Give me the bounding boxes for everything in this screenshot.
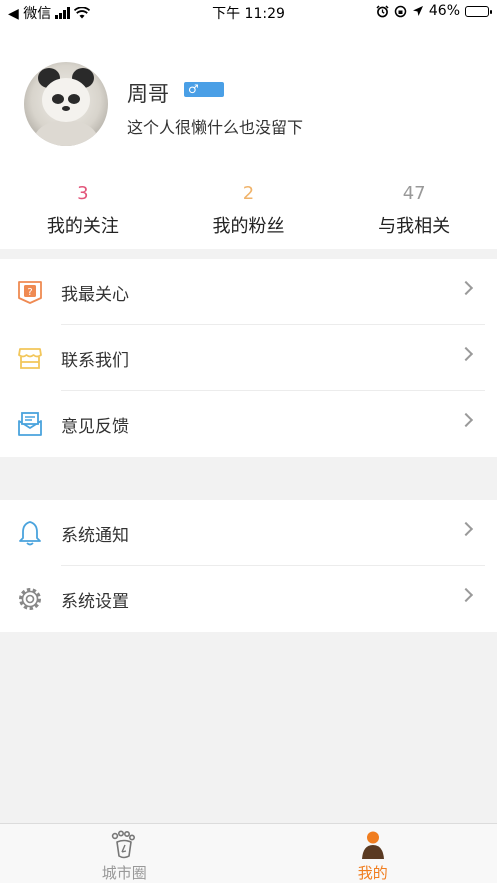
menu-label: 意见反馈 [61,416,129,437]
question-shield-icon: ? [18,281,42,304]
menu-item-system-notifications[interactable]: 系统通知 [0,500,497,566]
location-arrow-icon [412,6,423,16]
footprint-icon [112,830,136,859]
svg-text:?: ? [27,287,32,298]
menu-group-system: 系统通知 系统设置 [0,500,497,632]
status-bar: ◀ 微信 下午 11:29 46% [0,0,497,24]
menu-label: 联系我们 [61,350,129,371]
chevron-right-icon [458,521,474,537]
stat-following-label: 我的关注 [46,216,119,237]
stat-related-label: 与我相关 [378,216,451,237]
gear-icon [19,588,41,610]
chevron-right-icon [458,346,474,362]
menu-item-system-settings[interactable]: 系统设置 [0,566,497,632]
stat-related-count: 47 [402,183,426,204]
menu-item-contact-us[interactable]: 联系我们 [0,325,497,391]
profile-signature: 这个人很懒什么也没留下 [127,118,304,137]
stat-followers[interactable]: 2 我的粉丝 [166,182,332,242]
tab-label: 城市圈 [101,864,147,882]
alarm-icon [376,4,389,17]
bottom-tab-bar: 城市圈 我的 [0,823,497,883]
chevron-right-icon [458,587,474,603]
bell-icon [19,521,41,546]
menu-group-main: ? 我最关心 联系我们 意见反馈 [0,259,497,457]
stat-following[interactable]: 3 我的关注 [0,182,166,242]
tab-mine[interactable]: 我的 [249,824,497,883]
username: 周哥 [127,82,169,106]
battery-icon [465,5,492,17]
menu-label: 系统通知 [61,525,129,546]
tab-city-circle[interactable]: 城市圈 [0,824,249,883]
stat-related[interactable]: 47 与我相关 [331,182,497,242]
status-right: 46% [376,3,492,19]
stat-followers-label: 我的粉丝 [212,216,285,237]
tab-label: 我的 [357,864,388,882]
stat-following-count: 3 [77,183,89,204]
mail-icon [18,412,42,436]
avatar[interactable] [24,62,108,146]
male-icon: ♂ [188,82,199,96]
chevron-right-icon [458,412,474,428]
rotation-lock-icon [394,5,407,17]
stats-row: 3 我的关注 2 我的粉丝 47 与我相关 [0,182,497,242]
menu-item-feedback[interactable]: 意见反馈 [0,391,497,457]
menu-label: 我最关心 [61,284,129,305]
stat-followers-count: 2 [242,183,255,204]
store-icon [18,348,42,369]
profile-header: 周哥 ♂ 这个人很懒什么也没留下 3 我的关注 2 我的粉丝 47 与我相关 [0,24,497,249]
menu-item-my-concerns[interactable]: ? 我最关心 [0,259,497,325]
battery-percent: 46% [428,3,460,19]
menu-label: 系统设置 [61,591,129,612]
chevron-right-icon [458,280,474,296]
gender-badge: ♂ [184,82,224,97]
person-icon [361,831,384,859]
